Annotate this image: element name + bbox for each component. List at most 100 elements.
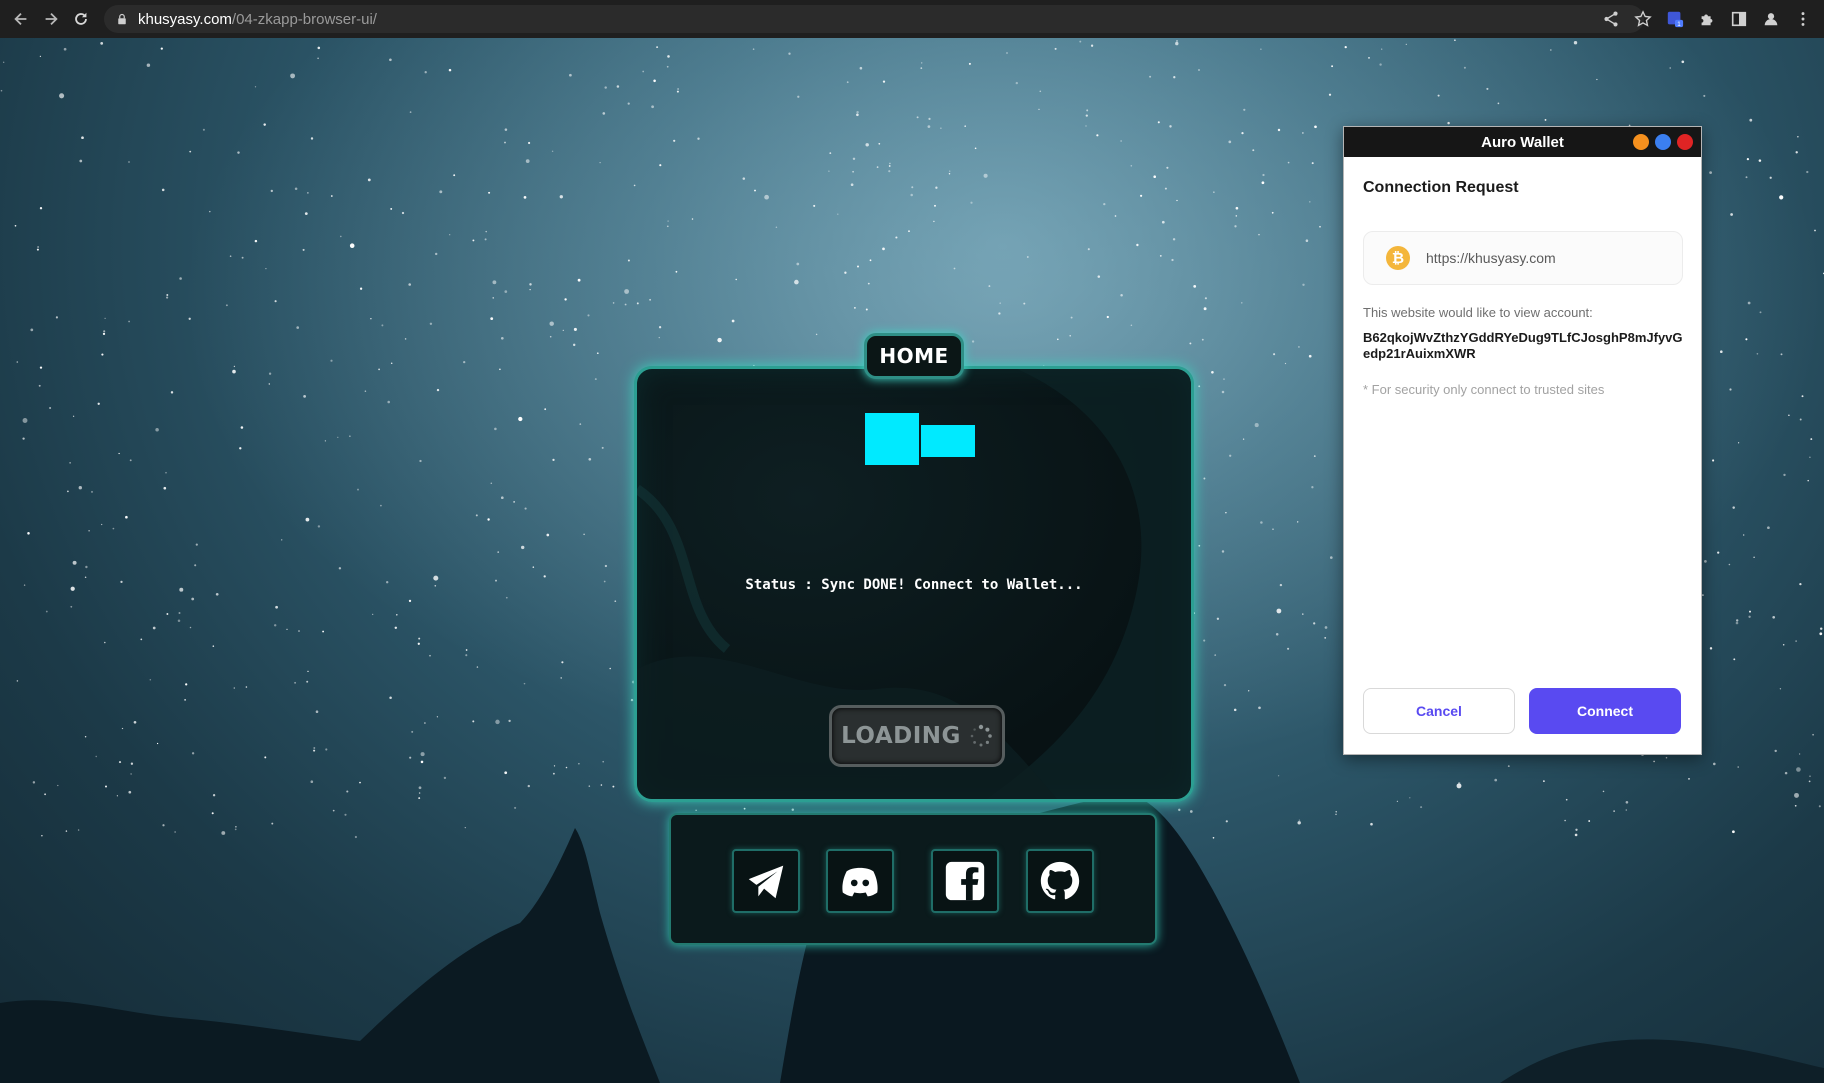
facebook-icon	[945, 861, 985, 901]
star	[666, 225, 669, 228]
side-panel-icon[interactable]	[1726, 6, 1752, 32]
loading-button[interactable]: LOADING	[829, 705, 1005, 767]
star	[813, 204, 816, 207]
star	[731, 319, 735, 323]
star	[1171, 258, 1174, 262]
cancel-button[interactable]: Cancel	[1363, 688, 1515, 734]
star	[940, 127, 942, 129]
star	[160, 47, 163, 50]
star	[1169, 125, 1172, 128]
star	[1305, 239, 1309, 242]
maximize-button[interactable]	[1655, 134, 1671, 150]
menu-kebab-icon[interactable]	[1790, 6, 1816, 32]
bookmark-star-icon[interactable]	[1630, 6, 1656, 32]
star	[1023, 302, 1026, 305]
discord-link[interactable]	[826, 849, 894, 913]
star	[1140, 194, 1143, 197]
star	[1262, 173, 1265, 177]
star	[1103, 202, 1106, 206]
star	[1759, 311, 1762, 314]
star	[983, 173, 988, 178]
extensions-puzzle-icon[interactable]	[1694, 6, 1720, 32]
star	[525, 159, 530, 163]
svg-text:1: 1	[1677, 21, 1681, 28]
star	[1302, 283, 1305, 286]
star	[667, 55, 670, 58]
star	[1738, 442, 1740, 444]
star	[1203, 477, 1206, 480]
star	[1243, 108, 1246, 111]
wallet-extension-icon[interactable]: 1	[1662, 6, 1688, 32]
star	[933, 220, 935, 223]
star	[573, 327, 577, 331]
star	[349, 243, 355, 248]
star	[188, 317, 191, 320]
star	[562, 329, 564, 332]
star	[1213, 191, 1215, 193]
github-icon	[1040, 861, 1080, 900]
minimize-button[interactable]	[1633, 134, 1649, 150]
lock-icon[interactable]	[114, 11, 130, 27]
star	[435, 252, 438, 256]
star	[998, 312, 1001, 315]
star	[1344, 45, 1347, 49]
star	[307, 192, 309, 194]
page-background: HOME Status : Sync DONE! Connect to Wall…	[0, 38, 1824, 1083]
github-link[interactable]	[1026, 849, 1094, 913]
star	[1241, 131, 1244, 135]
facebook-link[interactable]	[931, 849, 999, 913]
star	[1130, 324, 1133, 327]
star	[649, 298, 652, 301]
star	[118, 452, 120, 455]
star	[579, 423, 582, 425]
star	[1166, 166, 1169, 169]
star	[1497, 102, 1500, 105]
star	[1271, 211, 1274, 214]
star	[367, 178, 371, 182]
telegram-link[interactable]	[732, 849, 800, 913]
star	[513, 501, 515, 503]
star	[528, 141, 531, 145]
star	[844, 271, 847, 274]
reload-icon[interactable]	[66, 0, 96, 38]
star	[908, 230, 910, 233]
wallet-popup: Auro Wallet Connection Request ₿ https:/…	[1343, 126, 1702, 755]
star	[340, 235, 342, 238]
social-links-bar	[669, 813, 1157, 945]
profile-icon[interactable]	[1758, 6, 1784, 32]
star	[1779, 195, 1784, 200]
star	[882, 80, 886, 83]
address-bar[interactable]: khusyasy.com/04-zkapp-browser-ui/	[104, 5, 1644, 33]
star	[317, 46, 321, 50]
star	[14, 224, 17, 227]
close-button[interactable]	[1677, 134, 1693, 150]
star	[1709, 171, 1712, 174]
star	[999, 302, 1001, 304]
connect-button[interactable]: Connect	[1529, 688, 1681, 734]
star	[81, 136, 84, 140]
star	[988, 285, 991, 288]
home-tab-label: HOME	[879, 344, 949, 368]
star	[1164, 187, 1167, 190]
star	[1783, 473, 1786, 477]
star	[1176, 40, 1178, 42]
star	[1087, 248, 1090, 251]
star	[529, 288, 531, 291]
star	[794, 279, 799, 285]
star	[1308, 354, 1312, 358]
star	[1277, 128, 1281, 132]
star	[552, 458, 555, 462]
star	[1756, 353, 1759, 355]
share-icon[interactable]	[1598, 6, 1624, 32]
forward-icon[interactable]	[36, 0, 66, 38]
star	[549, 335, 552, 338]
wallet-titlebar[interactable]: Auro Wallet	[1344, 127, 1701, 157]
star	[1814, 229, 1816, 232]
star	[1769, 176, 1772, 179]
back-icon[interactable]	[6, 0, 36, 38]
star	[337, 436, 339, 438]
star	[1173, 76, 1176, 79]
star	[1260, 521, 1263, 524]
star	[37, 246, 40, 248]
home-tab[interactable]: HOME	[864, 333, 964, 379]
